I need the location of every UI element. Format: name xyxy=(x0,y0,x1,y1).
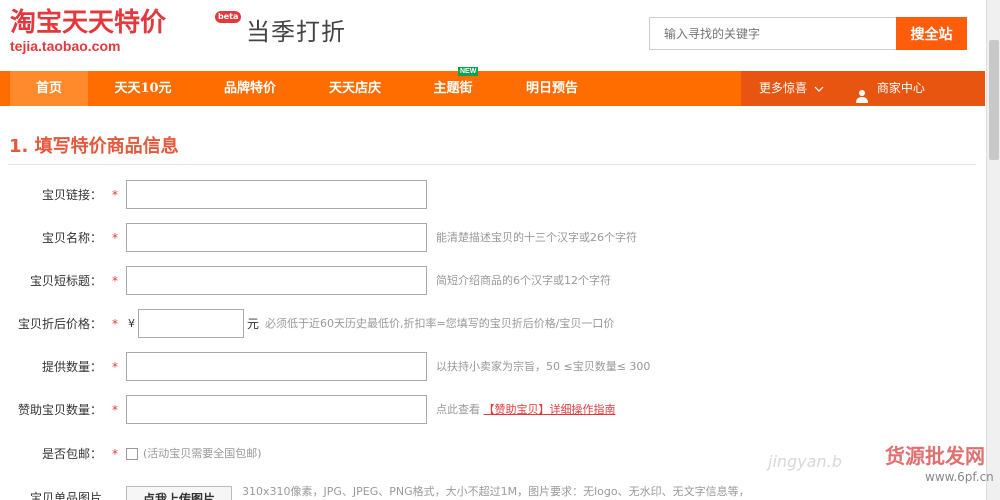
nav-item-theme-label: 主题街 xyxy=(433,81,473,96)
nav-item-brand[interactable]: 品牌特价 xyxy=(205,71,295,106)
field-label: 宝贝单品图片 xyxy=(29,491,102,500)
section-divider xyxy=(8,164,976,165)
nav-item-shop-anniversary[interactable]: 天天店庆 xyxy=(310,71,400,106)
field-hint: 点此查看 【赞助宝贝】详细操作指南 xyxy=(436,395,616,425)
new-badge: NEW xyxy=(458,67,479,76)
required-mark: * xyxy=(112,360,118,374)
search-button[interactable]: 搜全站 xyxy=(896,17,967,50)
nav-item-home[interactable]: 首页 xyxy=(10,71,88,106)
item-name-input[interactable] xyxy=(126,223,427,252)
beta-badge: beta xyxy=(215,11,242,23)
logo-subdomain: tejia.taobao.com xyxy=(10,38,121,54)
search-bar: 搜全站 xyxy=(649,17,967,50)
field-label: 是否包邮： xyxy=(41,447,102,461)
required-mark: * xyxy=(112,317,118,331)
merchant-label: 商家中心 xyxy=(876,81,925,95)
field-label: 宝贝折后价格： xyxy=(17,317,102,331)
required-mark: * xyxy=(112,231,118,245)
checkbox-hint: (活动宝贝需要全国包邮) xyxy=(143,447,262,460)
more-surprises-dropdown[interactable]: 更多惊喜 xyxy=(759,71,824,106)
site-watermark: 货源批发网 xyxy=(885,444,985,468)
jingyan-watermark: jingyan.b xyxy=(768,452,842,471)
form-row-image: 宝贝单品图片 点我上传图片 310x310像素，JPG、JPEG、PNG格式，大… xyxy=(0,485,986,500)
field-hint: 简短介绍商品的6个汉字或12个字符 xyxy=(436,274,611,287)
form-row-price: 宝贝折后价格： * ¥ 元 必须低于近60天历史最低价,折扣率=您填写的宝贝折后… xyxy=(0,309,986,339)
upload-image-button[interactable]: 点我上传图片 xyxy=(126,486,232,500)
merchant-center-link[interactable]: 商家中心 xyxy=(855,71,925,106)
header: 淘宝天天特价 beta tejia.taobao.com 当季打折 搜全站 xyxy=(0,0,1000,71)
field-label: 宝贝名称： xyxy=(41,231,102,245)
required-mark: * xyxy=(112,447,118,461)
search-input[interactable] xyxy=(649,17,897,50)
yen-symbol: ¥ xyxy=(128,317,135,330)
user-icon xyxy=(855,82,869,103)
hint-prefix: 点此查看 xyxy=(436,403,484,416)
section-title: 1. 填写特价商品信息 xyxy=(9,136,179,157)
required-mark: * xyxy=(112,274,118,288)
form-row-short-title: 宝贝短标题： * 简短介绍商品的6个汉字或12个字符 xyxy=(0,266,986,296)
scrollbar-thumb[interactable] xyxy=(989,40,999,160)
free-shipping-checkbox[interactable] xyxy=(126,448,138,460)
short-title-input[interactable] xyxy=(126,266,427,295)
more-label: 更多惊喜 xyxy=(759,81,808,95)
field-label: 提供数量： xyxy=(41,360,102,374)
nav-item-theme[interactable]: 主题街 NEW xyxy=(418,67,488,106)
nav-right-panel: 更多惊喜 商家中心 xyxy=(741,71,985,106)
field-label: 赞助宝贝数量： xyxy=(17,403,102,417)
field-label: 宝贝短标题： xyxy=(29,274,102,288)
field-hint: 以扶持小卖家为宗旨，50 ≤宝贝数量≤ 300 xyxy=(436,360,651,373)
site-url-watermark: www.6pf.cn xyxy=(925,470,994,484)
vertical-scrollbar[interactable] xyxy=(986,0,1000,500)
sponsor-quantity-input[interactable] xyxy=(126,395,427,424)
field-hint: 能清楚描述宝贝的十三个汉字或26个字符 xyxy=(436,231,637,244)
nav-item-10yuan[interactable]: 天天10元 xyxy=(99,71,187,106)
quantity-input[interactable] xyxy=(126,352,427,381)
item-link-input[interactable] xyxy=(126,180,427,209)
slogan: 当季打折 xyxy=(246,18,346,46)
logo-main-text: 淘宝天天特价 xyxy=(10,8,167,38)
price-unit: 元 xyxy=(247,317,260,331)
chevron-down-icon xyxy=(811,81,824,95)
required-mark: * xyxy=(112,403,118,417)
form-row-quantity: 提供数量： * 以扶持小卖家为宗旨，50 ≤宝贝数量≤ 300 xyxy=(0,352,986,382)
logo[interactable]: 淘宝天天特价 beta tejia.taobao.com xyxy=(10,8,242,54)
field-hint: 必须低于近60天历史最低价,折扣率=您填写的宝贝折后价格/宝贝一口价 xyxy=(265,317,615,330)
nav-item-preview[interactable]: 明日预告 xyxy=(508,71,596,106)
form-row-sponsor: 赞助宝贝数量： * 点此查看 【赞助宝贝】详细操作指南 xyxy=(0,395,986,425)
main-nav: 首页 天天10元 品牌特价 天天店庆 主题街 NEW 明日预告 更多惊喜 商家中… xyxy=(0,67,985,106)
discount-price-input[interactable] xyxy=(138,309,244,338)
sponsor-guide-link[interactable]: 【赞助宝贝】详细操作指南 xyxy=(484,403,616,416)
field-label: 宝贝链接： xyxy=(41,188,102,202)
required-mark: * xyxy=(112,188,118,202)
form-row-link: 宝贝链接： * xyxy=(0,180,986,210)
form-row-name: 宝贝名称： * 能清楚描述宝贝的十三个汉字或26个字符 xyxy=(0,223,986,253)
field-hint: 310x310像素，JPG、JPEG、PNG格式，大小不超过1M，图片要求：无l… xyxy=(242,485,750,498)
